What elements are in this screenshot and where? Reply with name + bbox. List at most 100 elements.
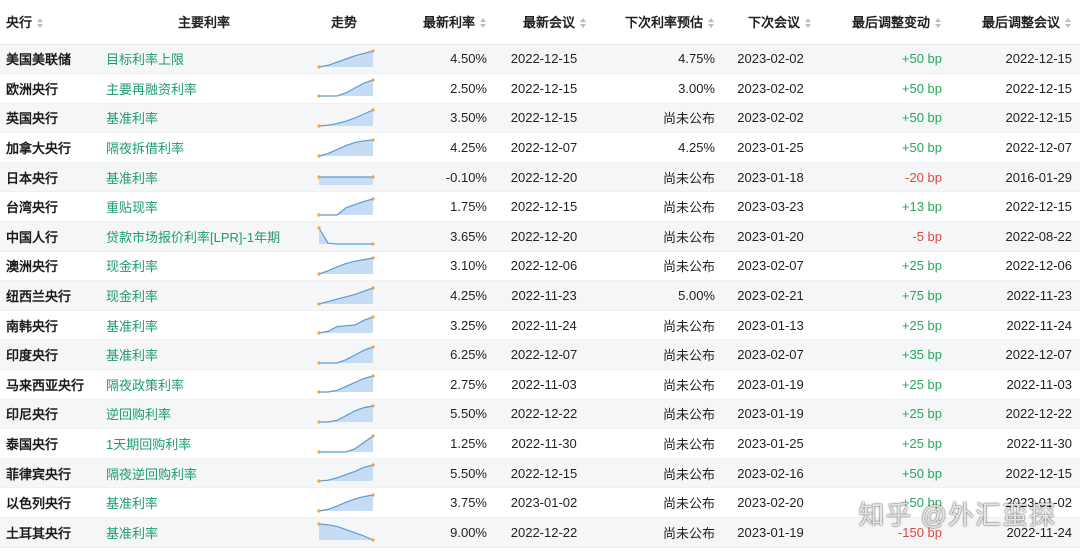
cell-last-change-meeting: 2022-11-03 — [950, 369, 1080, 400]
table-row[interactable]: 泰国央行 1天期回购利率 1.25% 2022-11-30 尚未公布 2023-01-25… — [0, 428, 1080, 459]
cell-bank: 以色列央行 — [0, 487, 100, 518]
cell-next-forecast: 尚未公布 — [595, 399, 723, 430]
cell-last-change: +50 bp — [820, 132, 950, 163]
table-row[interactable]: 菲律宾央行 隔夜逆回购利率 5.50% 2022-12-15 尚未公布 2023-02-1… — [0, 458, 1080, 489]
sparkline-endpoint — [317, 226, 321, 230]
cell-trend — [310, 221, 380, 252]
cell-trend — [310, 132, 380, 163]
cell-bank: 澳洲央行 — [0, 251, 100, 282]
sparkline-endpoint — [371, 175, 375, 179]
cell-next-meeting: 2023-01-19 — [723, 369, 820, 400]
sparkline-endpoint — [317, 420, 321, 424]
cell-rate-name[interactable]: 基准利率 — [100, 103, 310, 134]
cell-trend — [310, 280, 380, 311]
column-header-last-change-meeting[interactable]: 最后调整会议 — [950, 0, 1080, 45]
table-row[interactable]: 印度央行 基准利率 6.25% 2022-12-07 尚未公布 2023-02-07 +35… — [0, 339, 1080, 371]
cell-rate-name[interactable]: 基准利率 — [100, 339, 310, 371]
cell-latest-rate: 4.25% — [380, 132, 495, 163]
column-header-latest-rate[interactable]: 最新利率 — [380, 0, 495, 45]
sparkline-area — [319, 405, 373, 422]
cell-latest-rate: 3.75% — [380, 487, 495, 518]
sort-arrows-icon[interactable] — [935, 18, 942, 29]
cell-latest-rate: 1.75% — [380, 191, 495, 223]
cell-rate-name[interactable]: 目标利率上限 — [100, 44, 310, 75]
trend-sparkline — [317, 175, 375, 186]
cell-rate-name[interactable]: 主要再融资利率 — [100, 73, 310, 104]
cell-rate-name[interactable]: 基准利率 — [100, 162, 310, 193]
cell-last-change: +75 bp — [820, 280, 950, 311]
cell-next-meeting: 2023-02-21 — [723, 280, 820, 311]
cell-rate-name[interactable]: 重贴现率 — [100, 191, 310, 223]
column-header-next-forecast[interactable]: 下次利率预估 — [595, 0, 723, 45]
table-row[interactable]: 美国美联储 目标利率上限 4.50% 2022-12-15 4.75% 2023-02-0… — [0, 44, 1080, 75]
sort-arrows-icon[interactable] — [708, 18, 715, 29]
cell-latest-meeting: 2022-12-15 — [495, 458, 595, 489]
sparkline-endpoint — [371, 242, 375, 246]
table-row[interactable]: 台湾央行 重贴现率 1.75% 2022-12-15 尚未公布 2023-03-23 +13… — [0, 191, 1080, 223]
table-row[interactable]: 土耳其央行 基准利率 9.00% 2022-12-22 尚未公布 2023-01-19 -1… — [0, 517, 1080, 548]
cell-next-meeting: 2023-02-02 — [723, 103, 820, 134]
cell-next-forecast: 尚未公布 — [595, 221, 723, 252]
cell-latest-rate: 4.50% — [380, 44, 495, 75]
cell-next-meeting: 2023-02-16 — [723, 458, 820, 489]
cell-bank: 日本央行 — [0, 162, 100, 193]
cell-rate-name[interactable]: 隔夜政策利率 — [100, 369, 310, 400]
sparkline-area — [319, 435, 373, 452]
cell-last-change: +50 bp — [820, 103, 950, 134]
cell-rate-name[interactable]: 现金利率 — [100, 280, 310, 311]
cell-rate-name[interactable]: 隔夜拆借利率 — [100, 132, 310, 163]
cell-next-forecast: 5.00% — [595, 280, 723, 311]
cell-rate-name[interactable]: 1天期回购利率 — [100, 428, 310, 459]
sparkline-endpoint — [317, 175, 321, 179]
column-header-latest-meeting[interactable]: 最新会议 — [495, 0, 595, 45]
cell-trend — [310, 369, 380, 400]
sort-arrows-icon[interactable] — [480, 18, 487, 29]
column-header-last-change[interactable]: 最后调整变动 — [820, 0, 950, 45]
table-row[interactable]: 纽西兰央行 现金利率 4.25% 2022-11-23 5.00% 2023-02-21 +… — [0, 280, 1080, 311]
column-header-next-meeting[interactable]: 下次会议 — [723, 0, 820, 45]
table-row[interactable]: 马来西亚央行 隔夜政策利率 2.75% 2022-11-03 尚未公布 2023-01-1… — [0, 369, 1080, 400]
sort-arrows-icon[interactable] — [580, 18, 587, 29]
cell-rate-name[interactable]: 逆回购利率 — [100, 399, 310, 430]
cell-rate-name[interactable]: 现金利率 — [100, 251, 310, 282]
sort-arrows-icon[interactable] — [37, 18, 44, 29]
sparkline-endpoint — [371, 463, 375, 467]
sparkline-area — [319, 524, 373, 541]
table-row[interactable]: 中国人行 贷款市场报价利率[LPR]-1年期 3.65% 2022-12-20 尚未公布… — [0, 221, 1080, 252]
cell-next-forecast: 尚未公布 — [595, 339, 723, 371]
trend-sparkline — [317, 197, 375, 217]
cell-rate-name[interactable]: 基准利率 — [100, 517, 310, 548]
table-row[interactable]: 印尼央行 逆回购利率 5.50% 2022-12-22 尚未公布 2023-01-19 +2… — [0, 399, 1080, 430]
table-row[interactable]: 日本央行 基准利率 -0.10% 2022-12-20 尚未公布 2023-01-18 -2… — [0, 162, 1080, 193]
table-row[interactable]: 南韩央行 基准利率 3.25% 2022-11-24 尚未公布 2023-01-13 +25… — [0, 310, 1080, 341]
sparkline-endpoint — [317, 65, 321, 69]
table-row[interactable]: 欧洲央行 主要再融资利率 2.50% 2022-12-15 3.00% 2023-02-0… — [0, 73, 1080, 104]
table-row[interactable]: 英国央行 基准利率 3.50% 2022-12-15 尚未公布 2023-02-02 +50… — [0, 103, 1080, 134]
table-row[interactable]: 加拿大央行 隔夜拆借利率 4.25% 2022-12-07 4.25% 2023-01-2… — [0, 132, 1080, 163]
cell-trend — [310, 251, 380, 282]
cell-next-forecast: 尚未公布 — [595, 251, 723, 282]
column-header-bank[interactable]: 央行 — [0, 0, 100, 45]
cell-trend — [310, 103, 380, 134]
sparkline-endpoint — [371, 374, 375, 378]
cell-rate-name[interactable]: 隔夜逆回购利率 — [100, 458, 310, 489]
trend-sparkline — [317, 463, 375, 483]
cell-rate-name[interactable]: 贷款市场报价利率[LPR]-1年期 — [100, 221, 310, 252]
cell-latest-rate: 5.50% — [380, 399, 495, 430]
table-row[interactable]: 澳洲央行 现金利率 3.10% 2022-12-06 尚未公布 2023-02-07 +25… — [0, 251, 1080, 282]
cell-bank: 美国美联储 — [0, 44, 100, 75]
cell-last-change-meeting: 2022-12-07 — [950, 339, 1080, 371]
sort-arrows-icon[interactable] — [1065, 18, 1072, 29]
table-row[interactable]: 以色列央行 基准利率 3.75% 2023-01-02 尚未公布 2023-02-20 +5… — [0, 487, 1080, 518]
sparkline-endpoint — [317, 272, 321, 276]
cell-latest-meeting: 2022-12-15 — [495, 191, 595, 223]
sort-arrows-icon[interactable] — [805, 18, 812, 29]
sparkline-endpoint — [371, 345, 375, 349]
cell-rate-name[interactable]: 基准利率 — [100, 310, 310, 341]
cell-last-change: -150 bp — [820, 517, 950, 548]
cell-last-change-meeting: 2022-11-30 — [950, 428, 1080, 459]
cell-rate-name[interactable]: 基准利率 — [100, 487, 310, 518]
cell-next-meeting: 2023-03-23 — [723, 191, 820, 223]
cell-bank: 土耳其央行 — [0, 517, 100, 548]
sparkline-endpoint — [371, 315, 375, 319]
